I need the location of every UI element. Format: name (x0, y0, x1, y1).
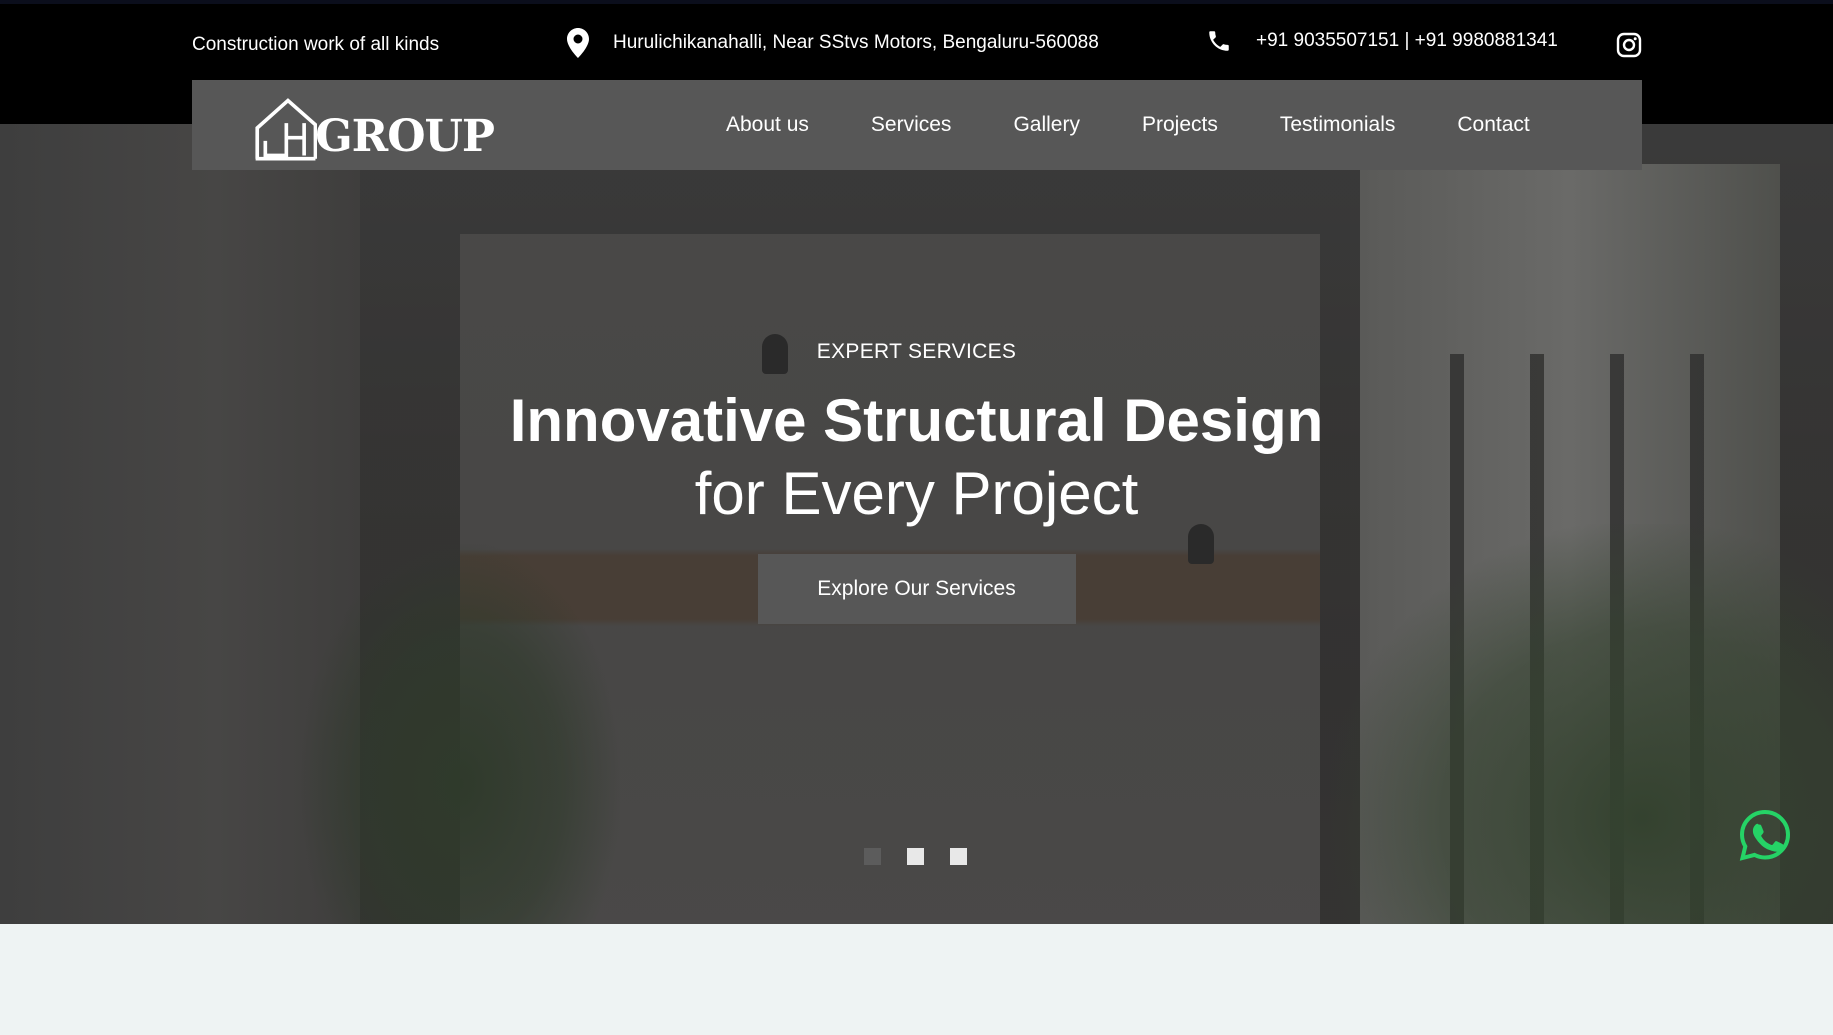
nav-contact[interactable]: Contact (1457, 113, 1529, 137)
phone-icon (1209, 31, 1229, 51)
slider-dot-2[interactable] (907, 848, 924, 865)
instagram-icon[interactable] (1616, 32, 1642, 58)
tagline: Construction work of all kinds (192, 34, 440, 55)
top-info-row: Construction work of all kinds Hurulichi… (0, 4, 1833, 86)
logo-text: GROUP (315, 111, 495, 162)
address-info: Hurulichikanahalli, Near SStvs Motors, B… (567, 28, 1099, 58)
slider-dot-3[interactable] (950, 848, 967, 865)
hero-content: EXPERT SERVICES Innovative Structural De… (0, 340, 1833, 624)
map-pin-icon (567, 28, 589, 58)
logo[interactable]: GROUP (254, 86, 495, 168)
logo-house-mark (255, 98, 318, 161)
nav-about[interactable]: About us (726, 113, 809, 137)
nav-gallery[interactable]: Gallery (1013, 113, 1080, 137)
nav-testimonials[interactable]: Testimonials (1280, 113, 1396, 137)
whatsapp-icon[interactable] (1738, 808, 1792, 862)
phone-text: +91 9035507151 | +91 9980881341 (1256, 30, 1558, 51)
hero-subtitle: for Every Project (694, 460, 1139, 527)
explore-services-button[interactable]: Explore Our Services (757, 554, 1076, 624)
main-navbar: GROUP About us Services Gallery Projects… (192, 80, 1642, 170)
hero-eyebrow: EXPERT SERVICES (816, 340, 1017, 363)
address-text: Hurulichikanahalli, Near SStvs Motors, B… (613, 32, 1099, 53)
hero-title: Innovative Structural Design (509, 387, 1324, 454)
next-section (0, 924, 1833, 1035)
slider-dots (864, 848, 993, 865)
phone-info: +91 9035507151 | +91 9980881341 (1206, 28, 1558, 54)
nav-projects[interactable]: Projects (1142, 113, 1218, 137)
nav-services[interactable]: Services (871, 113, 952, 137)
slider-dot-1[interactable] (864, 848, 881, 865)
nav-links: About us Services Gallery Projects Testi… (726, 80, 1530, 170)
